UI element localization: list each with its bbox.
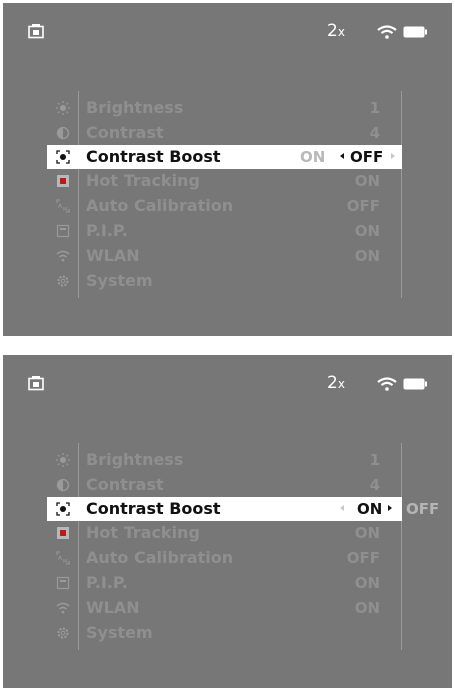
menu-item-system[interactable]: System xyxy=(3,621,452,645)
auto-calibration-icon: AM xyxy=(56,199,70,213)
menu-item-label: WLAN xyxy=(86,246,140,265)
menu-item-label: Contrast xyxy=(86,123,164,142)
menu-item-value: ON xyxy=(354,222,380,240)
menu-item-value: ON xyxy=(354,524,380,542)
svg-text:M: M xyxy=(63,559,67,565)
menu-item-brightness[interactable]: Brightness 1 xyxy=(3,448,452,472)
arrow-left-icon[interactable] xyxy=(340,505,344,511)
wlan-icon xyxy=(56,602,70,614)
menu-item-value: OFF xyxy=(346,549,380,567)
menu-item-pip[interactable]: P.I.P. ON xyxy=(3,571,452,595)
gear-icon xyxy=(57,627,69,639)
brightness-icon xyxy=(56,453,70,467)
auto-calibration-icon: AM xyxy=(56,551,70,565)
menu-item-value: OFF xyxy=(346,197,380,215)
svg-text:M: M xyxy=(63,207,67,213)
menu-item-label: P.I.P. xyxy=(86,221,128,240)
menu-item-label: Contrast xyxy=(86,475,164,494)
menu-item-label: WLAN xyxy=(86,598,140,617)
menu-item-value: ON xyxy=(354,172,380,190)
wifi-icon xyxy=(377,25,397,39)
menu-item-label: Auto Calibration xyxy=(86,548,234,567)
menu-item-auto-calibration[interactable]: AM Auto Calibration OFF xyxy=(3,546,452,570)
menu-item-label: Contrast Boost xyxy=(86,147,221,166)
option-prev: ON xyxy=(300,148,326,166)
hot-tracking-icon xyxy=(57,527,69,539)
menu-item-contrast[interactable]: Contrast 4 xyxy=(3,121,452,145)
battery-icon xyxy=(403,378,427,390)
menu-item-label: Auto Calibration xyxy=(86,196,234,215)
menu-item-hot-tracking[interactable]: Hot Tracking ON xyxy=(3,169,452,193)
zoom-level: 2x xyxy=(327,21,345,41)
camera-icon xyxy=(28,24,44,39)
menu-item-wlan[interactable]: WLAN ON xyxy=(3,596,452,620)
option-current: ON xyxy=(357,500,383,518)
option-current: OFF xyxy=(350,148,384,166)
menu-item-label: P.I.P. xyxy=(86,573,128,592)
wifi-icon xyxy=(377,377,397,391)
menu-item-auto-calibration[interactable]: AM Auto Calibration OFF xyxy=(3,194,452,218)
menu-item-contrast-boost[interactable]: Contrast Boost ON OFF xyxy=(47,145,402,169)
menu-item-contrast[interactable]: Contrast 4 xyxy=(3,473,452,497)
arrow-left-icon[interactable] xyxy=(340,153,344,159)
menu-item-value: 4 xyxy=(369,476,380,494)
battery-icon xyxy=(403,26,427,38)
menu-item-value: ON xyxy=(354,599,380,617)
menu-item-wlan[interactable]: WLAN ON xyxy=(3,244,452,268)
menu-item-label: Brightness xyxy=(86,98,184,117)
gear-icon xyxy=(57,275,69,287)
menu-item-value: 4 xyxy=(369,124,380,142)
menu-item-label: System xyxy=(86,623,153,642)
menu-item-value: 1 xyxy=(369,99,380,117)
menu-item-value: ON xyxy=(354,574,380,592)
contrast-icon xyxy=(56,126,70,140)
zoom-level: 2x xyxy=(327,373,345,393)
pip-icon xyxy=(56,576,70,590)
device-screen-1: 2x Brightness 1 Contrast 4 Contrast Boos… xyxy=(3,3,452,336)
contrast-boost-icon xyxy=(56,502,70,516)
menu-item-contrast-boost[interactable]: Contrast Boost ON OFF xyxy=(47,497,439,521)
menu-item-system[interactable]: System xyxy=(3,269,452,293)
menu-item-hot-tracking[interactable]: Hot Tracking ON xyxy=(3,521,452,545)
menu-item-label: Hot Tracking xyxy=(86,523,200,542)
menu-item-label: Brightness xyxy=(86,450,184,469)
hot-tracking-icon xyxy=(57,175,69,187)
pip-icon xyxy=(56,224,70,238)
menu-item-label: System xyxy=(86,271,153,290)
menu-item-label: Contrast Boost xyxy=(86,499,221,518)
arrow-right-icon[interactable] xyxy=(391,153,395,159)
contrast-icon xyxy=(56,478,70,492)
device-screen-2: 2x Brightness 1 Contrast 4 Contrast Boos… xyxy=(3,355,452,688)
option-next: OFF xyxy=(406,500,440,518)
menu-item-value: 1 xyxy=(369,451,380,469)
wlan-icon xyxy=(56,250,70,262)
arrow-right-icon[interactable] xyxy=(388,505,392,511)
menu-item-value: ON xyxy=(354,247,380,265)
contrast-boost-icon xyxy=(56,150,70,164)
menu-item-label: Hot Tracking xyxy=(86,171,200,190)
camera-icon xyxy=(28,376,44,391)
menu-item-brightness[interactable]: Brightness 1 xyxy=(3,96,452,120)
menu-item-pip[interactable]: P.I.P. ON xyxy=(3,219,452,243)
brightness-icon xyxy=(56,101,70,115)
